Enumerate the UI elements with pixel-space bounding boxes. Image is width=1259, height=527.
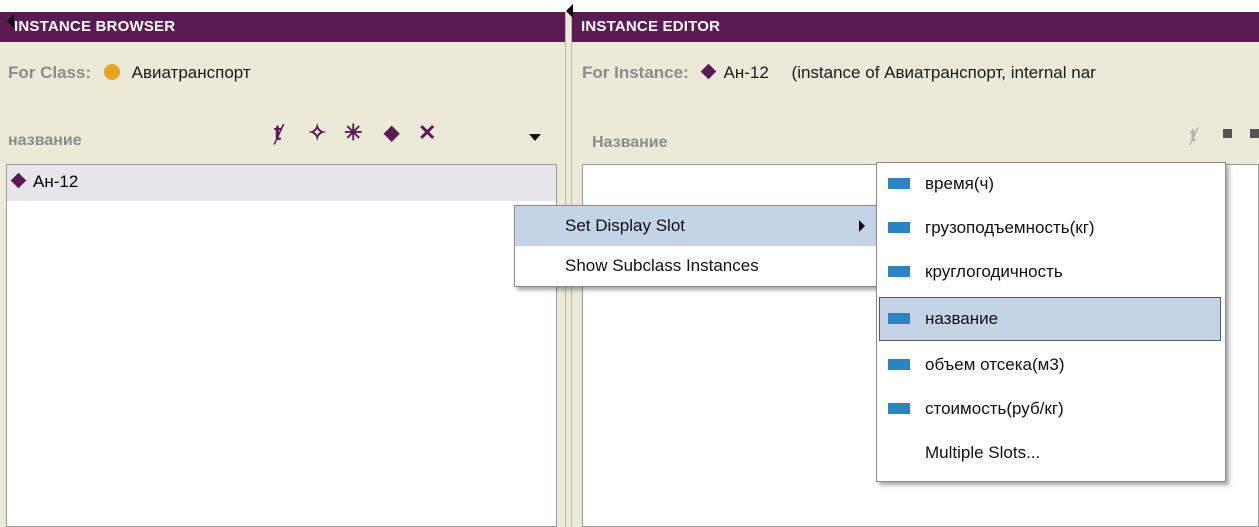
menu-item-label: Show Subclass Instances <box>565 256 759 275</box>
slot-icon <box>888 178 910 189</box>
slot-icon <box>888 403 910 414</box>
for-instance-row: For Instance: Ан-12 (instance of Авиатра… <box>572 42 1259 94</box>
instance-browser-title: INSTANCE BROWSER <box>0 12 565 42</box>
more-options-arrow-icon[interactable] <box>529 134 541 141</box>
collapse-right-icon[interactable] <box>566 4 573 18</box>
submenu-item-label: грузоподъемность(кг) <box>925 218 1095 237</box>
list-item[interactable]: Ан-12 <box>7 165 556 201</box>
submenu-item[interactable]: круглогодичность <box>877 252 1225 292</box>
submenu-item[interactable]: объем отсека(м3) <box>877 345 1225 385</box>
collapse-left-icon[interactable] <box>7 14 14 28</box>
submenu-item[interactable]: время(ч) <box>877 164 1225 204</box>
display-slot-submenu: время(ч) грузоподъемность(кг) круглогоди… <box>876 162 1226 482</box>
browser-slot-row: название ⱦ ✧ ✳ ◆ ✕ <box>0 94 565 164</box>
search-instance-icon[interactable]: ⱦ <box>274 120 281 146</box>
slot-icon <box>888 313 910 324</box>
submenu-item-label: Multiple Slots... <box>925 443 1041 462</box>
menu-item-label: Set Display Slot <box>565 216 685 235</box>
submenu-item-label: название <box>925 309 999 328</box>
slot-icon <box>888 222 910 233</box>
remove-slot-icon[interactable] <box>1250 129 1259 138</box>
submenu-item-selected[interactable]: название <box>879 297 1221 341</box>
editor-slot-row: Название ⱦ <box>572 94 1259 164</box>
browser-slot-header: название <box>8 132 82 149</box>
reference-instance-icon[interactable]: ◆ <box>384 120 399 146</box>
search-slot-icon[interactable]: ⱦ <box>1190 122 1196 148</box>
add-slot-icon[interactable] <box>1223 129 1232 138</box>
slot-icon <box>888 359 910 370</box>
for-class-label: For Class: <box>8 63 92 82</box>
class-name: Авиатранспорт <box>131 63 251 82</box>
submenu-item-label: стоимость(руб/кг) <box>925 399 1064 418</box>
create-instance-icon[interactable]: ✧ <box>308 120 326 146</box>
submenu-item-label: круглогодичность <box>925 262 1063 281</box>
delete-instance-icon[interactable]: ✕ <box>418 120 436 146</box>
submenu-item-multiple-slots[interactable]: Multiple Slots... <box>877 433 1225 473</box>
slot-icon <box>888 266 910 277</box>
instance-icon <box>10 172 27 189</box>
instance-icon <box>701 63 717 80</box>
context-menu: Set Display Slot Show Subclass Instances <box>514 205 878 287</box>
submenu-item-label: время(ч) <box>925 174 995 193</box>
submenu-item-label: объем отсека(м3) <box>925 355 1065 374</box>
class-icon <box>103 64 120 80</box>
editor-slot-header: Название <box>592 134 668 151</box>
instance-editor-title: INSTANCE EDITOR <box>572 12 1259 42</box>
menu-item-show-subclass-instances[interactable]: Show Subclass Instances <box>515 246 877 286</box>
instance-browser-panel: INSTANCE BROWSER For Class: Авиатранспор… <box>0 12 565 527</box>
submenu-arrow-icon <box>859 220 865 232</box>
list-item-label: Ан-12 <box>33 172 79 191</box>
menu-item-set-display-slot[interactable]: Set Display Slot <box>515 206 877 246</box>
instance-info: (instance of Авиатранспорт, internal nar <box>791 63 1096 82</box>
instance-list[interactable]: Ан-12 <box>6 164 557 527</box>
submenu-item[interactable]: грузоподъемность(кг) <box>877 208 1225 248</box>
submenu-item[interactable]: стоимость(руб/кг) <box>877 389 1225 429</box>
copy-instance-icon[interactable]: ✳ <box>344 120 362 146</box>
for-instance-label: For Instance: <box>582 63 689 82</box>
instance-name: Ан-12 <box>723 63 769 82</box>
for-class-row: For Class: Авиатранспорт <box>0 42 565 94</box>
